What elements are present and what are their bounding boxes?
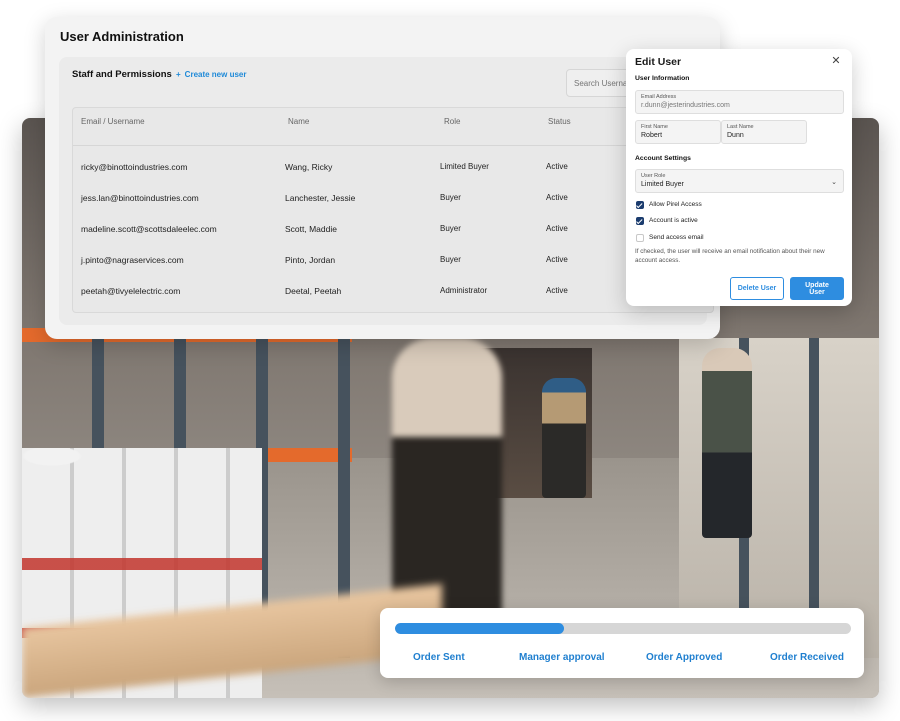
last-name-field[interactable]: Last Name Dunn: [721, 120, 807, 144]
row-email: j.pinto@nagraservices.com: [81, 255, 184, 265]
row-name: Wang, Ricky: [285, 162, 333, 172]
worker-scanning: [702, 348, 752, 538]
worker-carrying-box: [542, 378, 586, 498]
panel-title: Staff and Permissions: [72, 69, 172, 80]
last-name-value: Dunn: [727, 132, 744, 139]
step-manager-approval: Manager approval: [519, 652, 605, 663]
first-name-label: First Name: [641, 124, 668, 130]
step-order-received: Order Received: [770, 652, 844, 663]
edit-user-modal: Edit User ✕ User Information Email Addre…: [626, 49, 852, 306]
email-field-label: Email Address: [641, 94, 677, 100]
order-progress-card: Order Sent Manager approval Order Approv…: [380, 608, 864, 678]
progress-bar: [395, 623, 851, 634]
account-settings-heading: Account Settings: [635, 155, 691, 162]
user-role-select[interactable]: User Role Limited Buyer ⌄: [635, 169, 844, 193]
email-notification-note: If checked, the user will receive an ema…: [635, 248, 825, 264]
column-header-email[interactable]: Email / Username: [81, 117, 145, 126]
checkbox-label: Send access email: [649, 234, 704, 241]
staff-permissions-panel: Staff and Permissions +Create new user E…: [59, 57, 716, 325]
row-role: Buyer: [440, 255, 461, 264]
create-new-user-link[interactable]: + Create new user: [176, 70, 246, 79]
user-role-value: Limited Buyer: [641, 181, 684, 188]
first-name-field[interactable]: First Name Robert: [635, 120, 721, 144]
update-user-button[interactable]: Update User: [790, 277, 844, 300]
checkbox-unchecked-icon[interactable]: [636, 234, 644, 242]
table-row[interactable]: ricky@binottoindustries.com Wang, Ricky …: [73, 161, 713, 192]
checkbox-label: Account is active: [649, 217, 698, 224]
modal-title: Edit User: [635, 56, 682, 68]
column-header-role[interactable]: Role: [444, 117, 460, 126]
row-email: madeline.scott@scottsdaleelec.com: [81, 224, 217, 234]
user-administration-card: User Administration Staff and Permission…: [45, 17, 720, 339]
row-email: peetah@tivyelelectric.com: [81, 286, 181, 296]
plus-icon: +: [176, 70, 181, 79]
chevron-down-icon: ⌄: [831, 179, 837, 186]
email-field-value: r.dunn@jesterindustries.com: [641, 102, 730, 109]
user-role-label: User Role: [641, 173, 666, 179]
row-role: Administrator: [440, 286, 488, 295]
row-status: Active: [546, 255, 568, 264]
checkbox-checked-icon[interactable]: [636, 217, 644, 225]
table-row[interactable]: j.pinto@nagraservices.com Pinto, Jordan …: [73, 254, 713, 285]
column-header-status[interactable]: Status: [548, 117, 571, 126]
step-order-sent: Order Sent: [413, 652, 465, 663]
checkbox-label: Allow Pirel Access: [649, 201, 702, 208]
close-icon[interactable]: ✕: [829, 54, 843, 68]
users-table: Email / Username Name Role Status ricky@…: [72, 107, 714, 313]
page-title: User Administration: [60, 29, 184, 44]
table-row[interactable]: jess.lan@binottoindustries.com Lancheste…: [73, 192, 713, 223]
row-name: Scott, Maddie: [285, 224, 337, 234]
row-role: Buyer: [440, 193, 461, 202]
user-information-heading: User Information: [635, 75, 690, 82]
row-name: Pinto, Jordan: [285, 255, 336, 265]
delete-user-button[interactable]: Delete User: [730, 277, 784, 300]
row-role: Limited Buyer: [440, 162, 489, 171]
row-status: Active: [546, 193, 568, 202]
step-order-approved: Order Approved: [646, 652, 723, 663]
table-header: Email / Username Name Role Status: [73, 108, 713, 146]
create-new-user-label: Create new user: [184, 70, 247, 79]
row-name: Deetal, Peetah: [285, 286, 342, 296]
checkbox-checked-icon[interactable]: [636, 201, 644, 209]
table-row[interactable]: peetah@tivyelelectric.com Deetal, Peetah…: [73, 285, 713, 316]
progress-fill: [395, 623, 564, 634]
row-role: Buyer: [440, 224, 461, 233]
email-field[interactable]: Email Address r.dunn@jesterindustries.co…: [635, 90, 844, 114]
row-name: Lanchester, Jessie: [285, 193, 356, 203]
column-header-name[interactable]: Name: [288, 117, 309, 126]
last-name-label: Last Name: [727, 124, 754, 130]
table-row[interactable]: madeline.scott@scottsdaleelec.com Scott,…: [73, 223, 713, 254]
row-status: Active: [546, 162, 568, 171]
first-name-value: Robert: [641, 132, 663, 139]
row-email: jess.lan@binottoindustries.com: [81, 193, 199, 203]
row-email: ricky@binottoindustries.com: [81, 162, 188, 172]
row-status: Active: [546, 224, 568, 233]
row-status: Active: [546, 286, 568, 295]
